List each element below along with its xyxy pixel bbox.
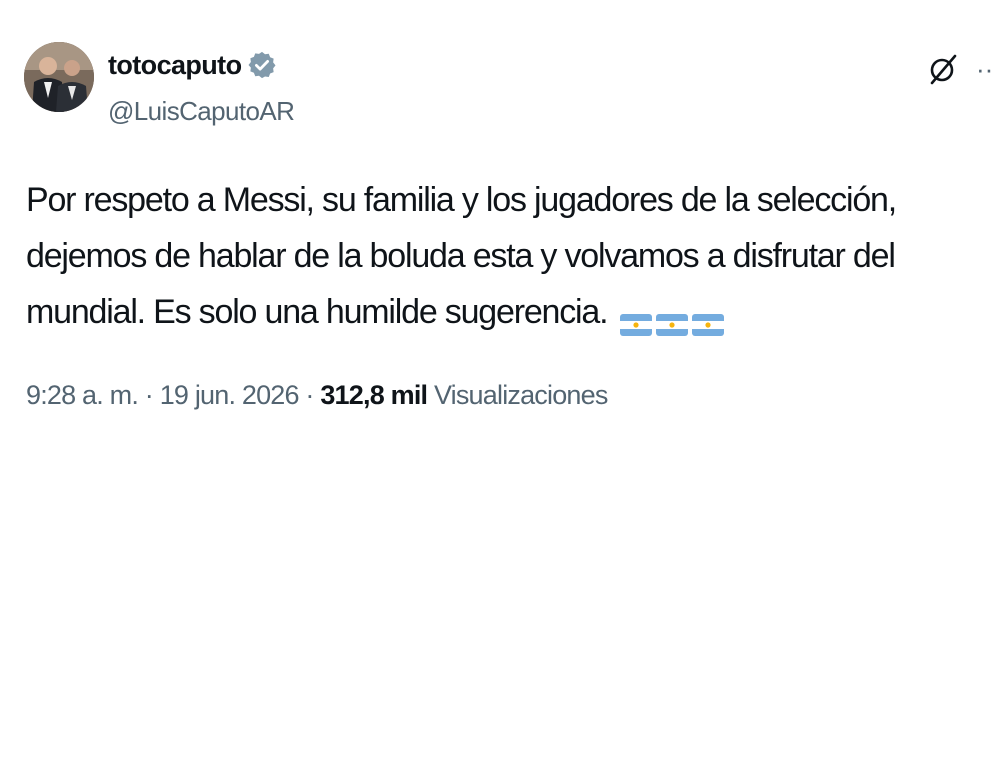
more-icon[interactable]: ·· xyxy=(976,52,1000,86)
tweet-text: Por respeto a Messi, su familia y los ju… xyxy=(26,172,996,344)
verified-badge-icon xyxy=(247,50,277,80)
tweet-text-body: Por respeto a Messi, su familia y los ju… xyxy=(26,181,897,331)
views-label: Visualizaciones xyxy=(433,380,608,410)
display-name[interactable]: totocaputo xyxy=(108,50,242,81)
author-handle[interactable]: @LuisCaputoAR xyxy=(108,96,295,127)
tweet-meta: 9:28 a. m. · 19 jun. 2026 · 312,8 mil Vi… xyxy=(26,380,608,411)
grok-icon[interactable] xyxy=(926,52,960,86)
argentina-flag-icon xyxy=(691,302,724,337)
meta-separator: · xyxy=(298,380,321,410)
argentina-flag-icon xyxy=(619,302,652,337)
tweet-time[interactable]: 9:28 a. m. xyxy=(26,380,139,410)
tweet-card: totocaputo @LuisCaputoAR ·· Por respeto … xyxy=(0,0,1000,768)
author-name-row: totocaputo xyxy=(108,48,277,82)
meta-separator: · xyxy=(138,380,160,410)
argentina-flag-icon xyxy=(655,302,688,337)
tweet-date[interactable]: 19 jun. 2026 xyxy=(160,380,300,410)
views-count: 312,8 mil xyxy=(320,380,428,410)
avatar-image xyxy=(24,42,94,112)
avatar[interactable] xyxy=(24,42,94,112)
flag-emoji-group xyxy=(619,288,728,344)
